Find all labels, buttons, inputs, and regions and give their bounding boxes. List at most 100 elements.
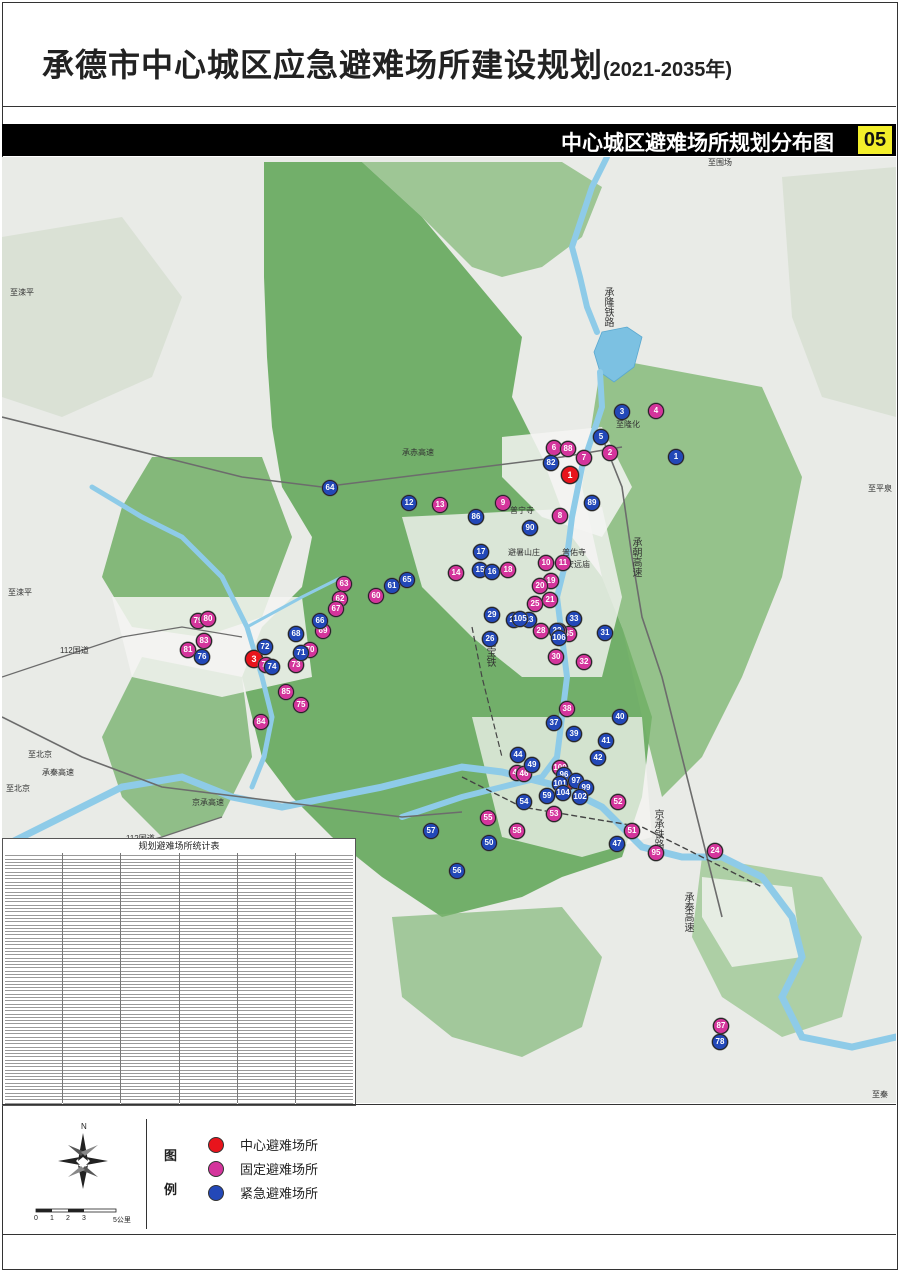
legend-title-bottom: 例 bbox=[164, 1182, 178, 1197]
emergency-shelter-marker[interactable]: 39 bbox=[566, 726, 582, 742]
fixed-shelter-marker[interactable]: 83 bbox=[196, 633, 212, 649]
emergency-shelter-marker[interactable]: 50 bbox=[481, 835, 497, 851]
emergency-shelter-marker[interactable]: 104 bbox=[555, 785, 571, 801]
emergency-shelter-marker[interactable]: 56 bbox=[449, 863, 465, 879]
fixed-shelter-marker[interactable]: 13 bbox=[432, 497, 448, 513]
fixed-shelter-marker[interactable]: 63 bbox=[336, 576, 352, 592]
legend-dot-icon bbox=[208, 1136, 224, 1153]
emergency-shelter-marker[interactable]: 74 bbox=[264, 659, 280, 675]
emergency-shelter-marker[interactable]: 89 bbox=[584, 495, 600, 511]
fixed-shelter-marker[interactable]: 4 bbox=[648, 403, 664, 419]
emergency-shelter-marker[interactable]: 76 bbox=[194, 649, 210, 665]
emergency-shelter-marker[interactable]: 82 bbox=[543, 455, 559, 471]
fixed-shelter-marker[interactable]: 75 bbox=[293, 697, 309, 713]
fixed-shelter-marker[interactable]: 88 bbox=[560, 441, 576, 457]
map-label-to-weichang: 至围场 bbox=[708, 158, 732, 167]
fixed-shelter-marker[interactable]: 25 bbox=[527, 596, 543, 612]
emergency-shelter-marker[interactable]: 78 bbox=[712, 1034, 728, 1050]
emergency-shelter-marker[interactable]: 66 bbox=[312, 613, 328, 629]
north-label: N bbox=[81, 1122, 87, 1131]
map-label-highway-sw: 承秦高速 bbox=[42, 768, 74, 777]
fixed-shelter-marker[interactable]: 14 bbox=[448, 565, 464, 581]
emergency-shelter-marker[interactable]: 90 bbox=[522, 520, 538, 536]
emergency-shelter-marker[interactable]: 12 bbox=[401, 495, 417, 511]
emergency-shelter-marker[interactable]: 64 bbox=[322, 480, 338, 496]
fixed-shelter-marker[interactable]: 24 bbox=[707, 843, 723, 859]
fixed-shelter-marker[interactable]: 30 bbox=[548, 649, 564, 665]
fixed-shelter-marker[interactable]: 87 bbox=[713, 1018, 729, 1034]
emergency-shelter-marker[interactable]: 1 bbox=[668, 449, 684, 465]
legend-item: 固定避难场所 bbox=[208, 1159, 318, 1178]
emergency-shelter-marker[interactable]: 106 bbox=[551, 630, 567, 646]
fixed-shelter-marker[interactable]: 53 bbox=[546, 806, 562, 822]
fixed-shelter-marker[interactable]: 67 bbox=[328, 601, 344, 617]
emergency-shelter-marker[interactable]: 29 bbox=[484, 607, 500, 623]
fixed-shelter-marker[interactable]: 20 bbox=[532, 578, 548, 594]
fixed-shelter-marker[interactable]: 80 bbox=[200, 611, 216, 627]
emergency-shelter-marker[interactable]: 105 bbox=[512, 611, 528, 627]
north-arrow-icon: N bbox=[58, 1122, 108, 1189]
fixed-shelter-marker[interactable]: 9 bbox=[495, 495, 511, 511]
legend-title-top: 图 bbox=[164, 1148, 178, 1163]
fixed-shelter-marker[interactable]: 84 bbox=[253, 714, 269, 730]
fixed-shelter-marker[interactable]: 28 bbox=[533, 623, 549, 639]
map-label-summer-resort: 避暑山庄 bbox=[508, 548, 540, 557]
emergency-shelter-marker[interactable]: 44 bbox=[510, 747, 526, 763]
fixed-shelter-marker[interactable]: 10 bbox=[538, 555, 554, 571]
legend-dot-icon bbox=[208, 1160, 224, 1177]
fixed-shelter-marker[interactable]: 11 bbox=[555, 555, 571, 571]
stats-table-column bbox=[120, 853, 179, 1104]
fixed-shelter-marker[interactable]: 85 bbox=[278, 684, 294, 700]
fixed-shelter-marker[interactable]: 95 bbox=[648, 845, 664, 861]
emergency-shelter-marker[interactable]: 37 bbox=[546, 715, 562, 731]
fixed-shelter-marker[interactable]: 2 bbox=[602, 445, 618, 461]
emergency-shelter-marker[interactable]: 61 bbox=[384, 578, 400, 594]
map-label-puning-temple: 普宁寺 bbox=[510, 506, 534, 515]
map-title-main: 承德市中心城区应急避难场所建设规划 bbox=[42, 47, 604, 83]
emergency-shelter-marker[interactable]: 31 bbox=[597, 625, 613, 641]
scale-tick-label: 2 bbox=[66, 1215, 70, 1222]
fixed-shelter-marker[interactable]: 38 bbox=[559, 701, 575, 717]
bottom-strip bbox=[2, 1234, 896, 1269]
map-subtitle: 中心城区避难场所规划分布图 bbox=[561, 132, 834, 155]
emergency-shelter-marker[interactable]: 41 bbox=[598, 733, 614, 749]
emergency-shelter-marker[interactable]: 102 bbox=[572, 789, 588, 805]
fixed-shelter-marker[interactable]: 18 bbox=[500, 562, 516, 578]
fixed-shelter-marker[interactable]: 32 bbox=[576, 654, 592, 670]
map-label-to-longhua: 至隆化 bbox=[616, 420, 640, 429]
emergency-shelter-marker[interactable]: 33 bbox=[566, 611, 582, 627]
fixed-shelter-marker[interactable]: 55 bbox=[480, 810, 496, 826]
stats-table-column bbox=[236, 853, 295, 1104]
emergency-shelter-marker[interactable]: 65 bbox=[399, 572, 415, 588]
map-label-expressway-s: 京承高速 bbox=[192, 798, 224, 807]
fixed-shelter-marker[interactable]: 58 bbox=[509, 823, 525, 839]
emergency-shelter-marker[interactable]: 5 bbox=[593, 429, 609, 445]
emergency-shelter-marker[interactable]: 26 bbox=[482, 631, 498, 647]
fixed-shelter-marker[interactable]: 21 bbox=[542, 592, 558, 608]
subtitle-bar: 中心城区避难场所规划分布图 05 bbox=[2, 124, 896, 156]
center-shelter-marker[interactable]: 1 bbox=[561, 466, 579, 484]
map-title: 承德市中心城区应急避难场所建设规划(2021-2035年) bbox=[42, 40, 732, 86]
emergency-shelter-marker[interactable]: 3 bbox=[614, 404, 630, 420]
emergency-shelter-marker[interactable]: 71 bbox=[293, 645, 309, 661]
emergency-shelter-marker[interactable]: 57 bbox=[423, 823, 439, 839]
emergency-shelter-marker[interactable]: 72 bbox=[257, 639, 273, 655]
fixed-shelter-marker[interactable]: 51 bbox=[624, 823, 640, 839]
emergency-shelter-marker[interactable]: 42 bbox=[590, 750, 606, 766]
emergency-shelter-marker[interactable]: 17 bbox=[473, 544, 489, 560]
title-row: 承德市中心城区应急避难场所建设规划(2021-2035年) bbox=[2, 2, 896, 107]
fixed-shelter-marker[interactable]: 7 bbox=[576, 450, 592, 466]
stats-table-column bbox=[178, 853, 237, 1104]
emergency-shelter-marker[interactable]: 47 bbox=[609, 836, 625, 852]
map-label-to-luanping1: 至滦平 bbox=[10, 288, 34, 297]
emergency-shelter-marker[interactable]: 68 bbox=[288, 626, 304, 642]
fixed-shelter-marker[interactable]: 52 bbox=[610, 794, 626, 810]
emergency-shelter-marker[interactable]: 86 bbox=[468, 509, 484, 525]
emergency-shelter-marker[interactable]: 54 bbox=[516, 794, 532, 810]
emergency-shelter-marker[interactable]: 59 bbox=[539, 788, 555, 804]
fixed-shelter-marker[interactable]: 8 bbox=[552, 508, 568, 524]
emergency-shelter-marker[interactable]: 40 bbox=[612, 709, 628, 725]
emergency-shelter-marker[interactable]: 49 bbox=[524, 757, 540, 773]
emergency-shelter-marker[interactable]: 16 bbox=[484, 564, 500, 580]
fixed-shelter-marker[interactable]: 60 bbox=[368, 588, 384, 604]
